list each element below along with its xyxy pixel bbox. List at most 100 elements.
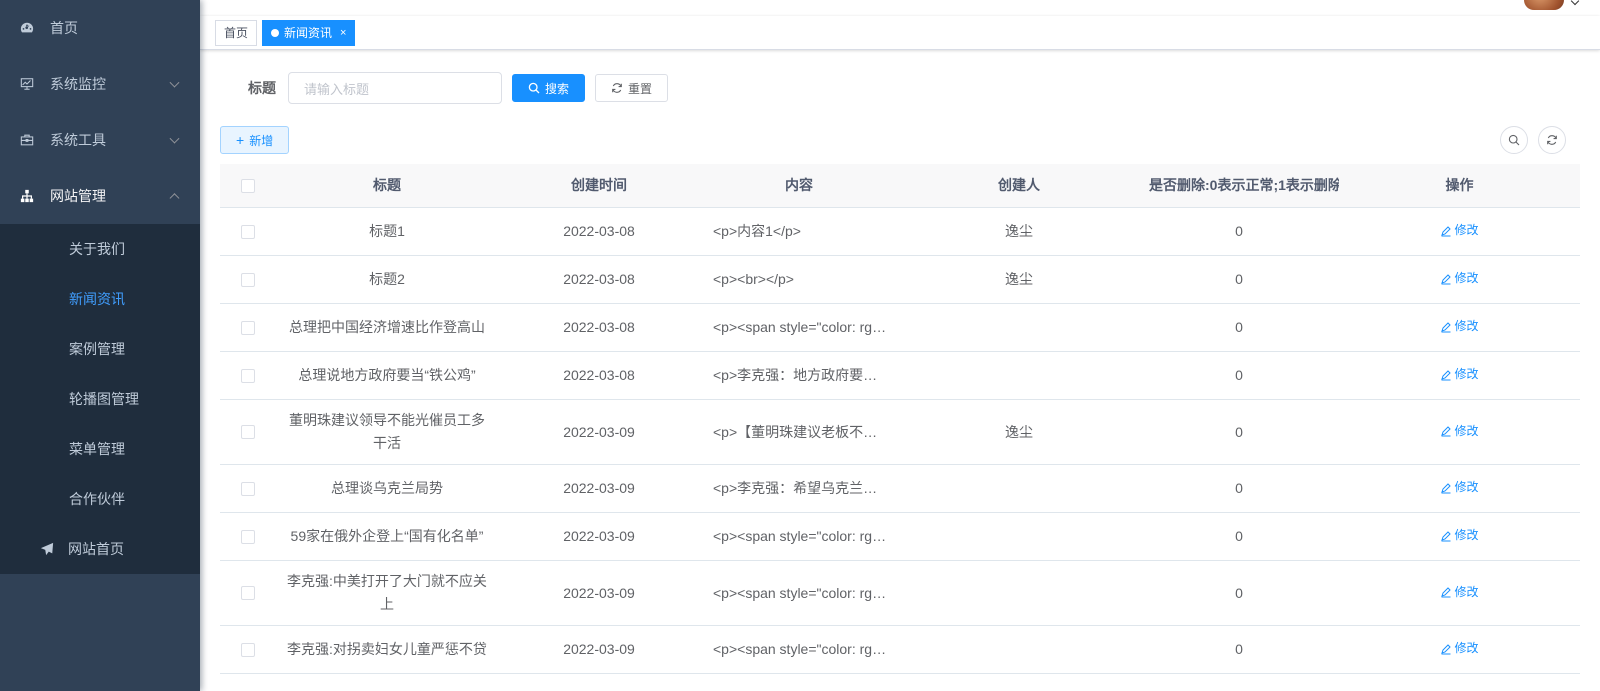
sidebar-item-cases[interactable]: 案例管理 <box>0 324 200 374</box>
cell-time: 2022-03-09 <box>563 528 635 544</box>
search-placeholder: 请输入标题 <box>304 81 370 97</box>
sidebar-item-menu[interactable]: 菜单管理 <box>0 424 200 474</box>
edit-icon <box>1441 274 1452 285</box>
search-form: 标题 请输入标题 搜索 重置 <box>220 72 1580 104</box>
edit-button[interactable]: 修改 <box>1440 267 1479 290</box>
reset-button-label: 重置 <box>628 81 653 96</box>
edit-button[interactable]: 修改 <box>1440 581 1479 604</box>
edit-icon <box>1441 226 1452 237</box>
cell-op: 修改 <box>1339 581 1580 606</box>
edit-icon <box>1441 322 1452 333</box>
chevron-up-icon <box>169 193 180 204</box>
row-checkbox[interactable] <box>240 642 255 657</box>
sidebar-item-website[interactable]: 网站管理 <box>0 168 200 224</box>
cell-op: 修改 <box>1339 267 1580 292</box>
search-button[interactable]: 搜索 <box>512 74 586 102</box>
edit-button[interactable]: 修改 <box>1440 524 1479 547</box>
row-checkbox[interactable] <box>240 224 255 239</box>
table-row: 李克强:中美打开了大门就不应关上 2022-03-09 <p><span style… <box>220 561 1580 626</box>
cell-deleted: 0 <box>1235 271 1243 287</box>
row-checkbox[interactable] <box>240 272 255 287</box>
caret-down-icon[interactable] <box>1570 0 1580 6</box>
add-button[interactable]: + 新增 <box>220 126 290 154</box>
dashboard-icon <box>20 22 34 33</box>
edit-button[interactable]: 修改 <box>1440 315 1479 338</box>
cell-title: 总理说地方政府要当“铁公鸡” <box>298 367 476 383</box>
tag-home[interactable]: 首页 <box>215 19 258 46</box>
toolbar: + 新增 <box>220 126 1580 154</box>
header-op: 操作 <box>1445 177 1474 193</box>
sidebar-item-news[interactable]: 新闻资讯 <box>0 274 200 324</box>
navbar <box>200 0 1600 16</box>
cell-op: 修改 <box>1339 524 1580 549</box>
row-checkbox[interactable] <box>240 320 255 335</box>
sidebar-item-label: 网站首页 <box>68 541 124 557</box>
row-checkbox[interactable] <box>240 368 255 383</box>
sidebar-item-monitor[interactable]: 系统监控 <box>0 56 200 112</box>
cell-content: <p><span style="color: rgb(51… <box>713 641 899 657</box>
edit-button[interactable]: 修改 <box>1440 363 1479 386</box>
edit-button[interactable]: 修改 <box>1440 637 1479 660</box>
table-row: 总理说地方政府要当“铁公鸡” 2022-03-08 <p>李克强：地方政府要当铁… 0… <box>220 352 1580 400</box>
cell-content: <p><span style="color: rgb(51… <box>713 584 899 601</box>
sidebar-item-carousel[interactable]: 轮播图管理 <box>0 374 200 424</box>
avatar[interactable] <box>1524 0 1564 10</box>
row-checkbox-cell <box>220 368 275 383</box>
sidebar-item-about[interactable]: 关于我们 <box>0 224 200 274</box>
title-search-input[interactable]: 请输入标题 <box>288 72 502 104</box>
table-row: 李克强:对拐卖妇女儿童严惩不贷 2022-03-09 <p><span style=… <box>220 626 1580 674</box>
cell-content: <p>李克强：地方政府要当铁… <box>713 367 899 383</box>
sidebar-item-site-home[interactable]: 网站首页 <box>0 524 200 574</box>
website-submenu: 关于我们 新闻资讯 案例管理 轮播图管理 菜单管理 合作伙伴 网站首页 <box>0 224 200 574</box>
row-checkbox-cell <box>220 272 275 287</box>
table-header: 标题 创建时间 内容 创建人 是否删除:0表示正常;1表示删除 操作 <box>220 164 1580 208</box>
sidebar-item-home[interactable]: 首页 <box>0 0 200 56</box>
cell-time: 2022-03-08 <box>563 319 635 335</box>
row-checkbox-cell <box>220 320 275 335</box>
chevron-down-icon <box>169 133 180 144</box>
edit-button[interactable]: 修改 <box>1440 219 1479 242</box>
cell-deleted: 0 <box>1235 319 1243 335</box>
edit-button[interactable]: 修改 <box>1440 476 1479 499</box>
sidebar-item-label: 菜单管理 <box>69 441 125 457</box>
cell-op: 修改 <box>1339 637 1580 662</box>
row-checkbox-cell <box>220 481 275 496</box>
row-checkbox[interactable] <box>240 586 255 600</box>
select-all-checkbox[interactable] <box>240 178 255 193</box>
table-row: 总理谈乌克兰局势 2022-03-09 <p>李克强：希望乌克兰局势… 0 修改 <box>220 465 1580 513</box>
row-checkbox[interactable] <box>240 425 255 439</box>
sidebar-item-label: 系统工具 <box>50 132 106 148</box>
tag-news[interactable]: 新闻资讯 × <box>262 19 356 46</box>
cell-creator: 逸尘 <box>1005 223 1033 239</box>
monitor-icon <box>20 78 34 90</box>
cell-title: 董明珠建议领导不能光催员工多干活 <box>289 412 485 451</box>
cell-op: 修改 <box>1339 476 1580 501</box>
edit-icon <box>1441 531 1452 542</box>
search-button-label: 搜索 <box>545 81 570 96</box>
close-icon[interactable]: × <box>340 21 346 45</box>
row-checkbox[interactable] <box>240 481 255 496</box>
sidebar-item-label: 轮播图管理 <box>69 391 139 407</box>
cell-deleted: 0 <box>1235 584 1243 601</box>
row-checkbox-cell <box>220 529 275 544</box>
refresh-button[interactable] <box>1538 126 1566 154</box>
sidebar-item-label: 案例管理 <box>69 341 125 357</box>
send-icon <box>40 542 54 556</box>
sidebar-item-partners[interactable]: 合作伙伴 <box>0 474 200 524</box>
cell-content: <p>【董明珠建议老板不能光… <box>713 423 899 440</box>
cell-time: 2022-03-08 <box>563 223 635 239</box>
edit-label: 修改 <box>1454 480 1479 495</box>
cell-title: 李克强:中美打开了大门就不应关上 <box>287 573 487 612</box>
row-checkbox[interactable] <box>240 529 255 544</box>
cell-title: 标题1 <box>369 223 405 239</box>
cell-time: 2022-03-09 <box>563 584 635 601</box>
row-checkbox-cell <box>220 586 275 600</box>
toggle-search-button[interactable] <box>1500 126 1528 154</box>
cell-content: <p><span style="color: rgb(51… <box>713 319 899 335</box>
edit-button[interactable]: 修改 <box>1440 420 1479 443</box>
table-row: 59家在俄外企登上“国有化名单” 2022-03-09 <p><span style… <box>220 513 1580 561</box>
header-checkbox-cell <box>220 178 275 193</box>
reset-button[interactable]: 重置 <box>595 74 669 102</box>
sidebar-item-tools[interactable]: 系统工具 <box>0 112 200 168</box>
cell-creator: 逸尘 <box>1005 271 1033 287</box>
